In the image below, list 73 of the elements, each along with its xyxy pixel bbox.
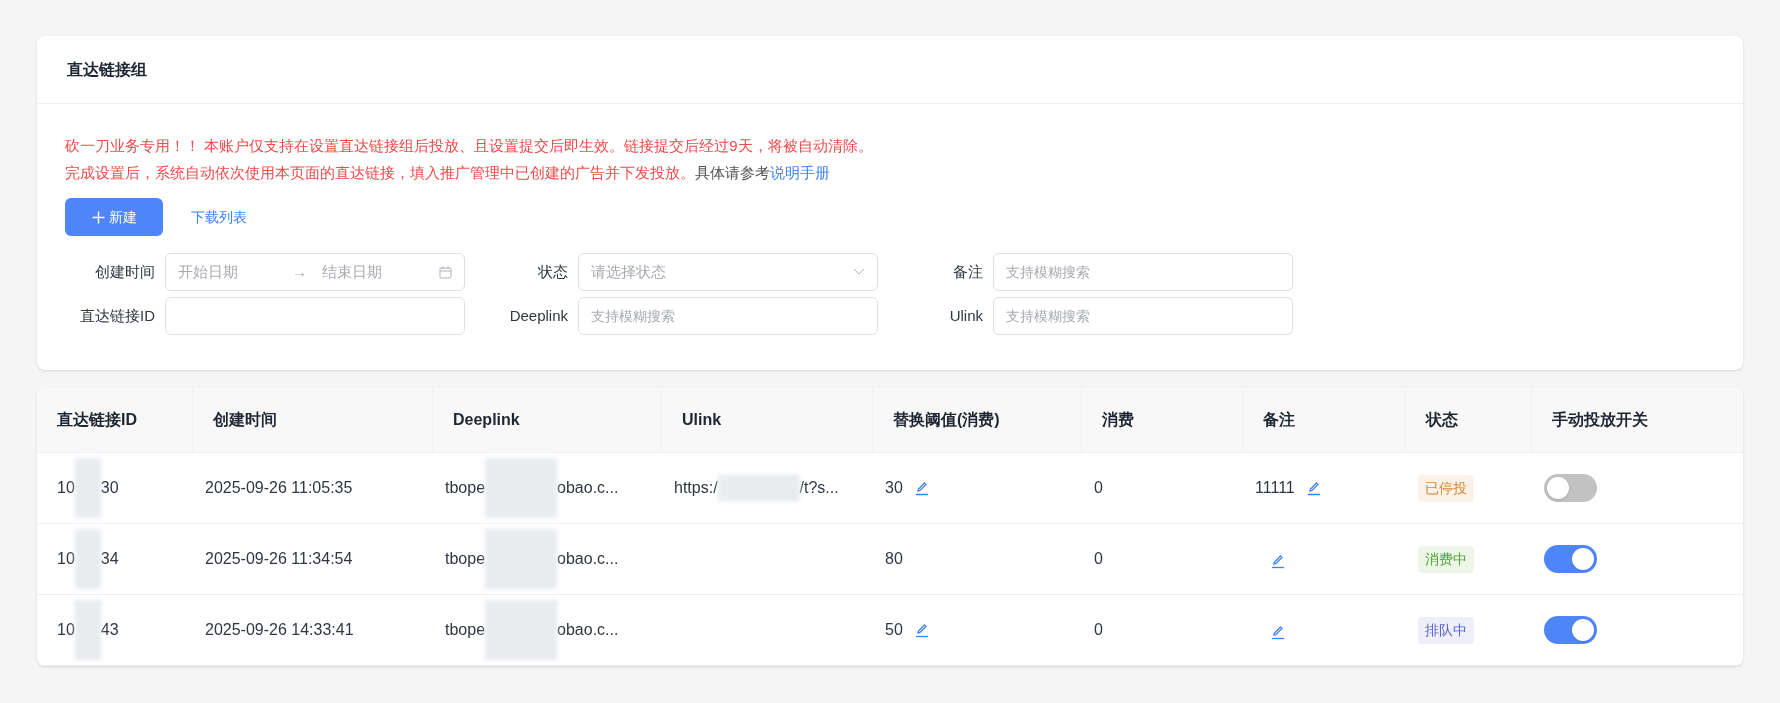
- table-cell: 0: [1094, 621, 1103, 638]
- table-cell-text: tbope: [445, 549, 486, 569]
- column-header: 消费: [1102, 410, 1134, 430]
- table-cell-text: obao.c...: [557, 549, 619, 569]
- notice-line: 砍一刀业务专用！！ 本账户仅支持在设置直达链接组后投放、且设置提交后即生效。链接提交后经过9天，将被自动清除。: [65, 136, 874, 156]
- chevron-down-icon: [853, 268, 865, 276]
- status-tag: 排队中: [1418, 616, 1474, 644]
- column-header: 直达链接ID: [57, 410, 137, 430]
- status-select[interactable]: 请选择状态: [578, 253, 878, 291]
- manual-link[interactable]: 说明手册: [770, 164, 830, 181]
- id-field[interactable]: [165, 297, 465, 335]
- table-cell-text: 43: [100, 620, 119, 640]
- field-label: 备注: [953, 261, 983, 282]
- table-cell-text: 30: [885, 478, 903, 498]
- table-cell-text: tbope: [445, 478, 486, 498]
- select-placeholder: 请选择状态: [591, 261, 667, 282]
- panel-title: 直达链接组: [67, 59, 147, 80]
- notice-line: 完成设置后，系统自动依次使用本页面的直达链接，填入推广管理中已创建的广告并下发投放。: [65, 164, 695, 181]
- table-cell-text: https:/: [674, 478, 718, 498]
- text-input[interactable]: 支持模糊搜索: [1006, 305, 1280, 327]
- table-cell-text: 10: [57, 478, 75, 498]
- toggle-switch[interactable]: [1544, 545, 1597, 573]
- table-cell-text: obao.c...: [557, 478, 619, 498]
- edit-icon[interactable]: [914, 622, 929, 638]
- table-cell-text: 11111: [1255, 478, 1295, 498]
- field-label: 状态: [538, 261, 568, 282]
- status-tag: 消费中: [1418, 545, 1474, 573]
- field-label: 直达链接ID: [80, 305, 155, 326]
- end-date-placeholder: 结束日期: [322, 261, 383, 282]
- status-tag: 已停投: [1418, 474, 1474, 502]
- calendar-icon: [439, 265, 452, 279]
- notice-text: 具体请参考: [695, 164, 770, 181]
- text-input[interactable]: 支持模糊搜索: [1006, 261, 1280, 283]
- table-cell-text: tbope: [445, 620, 486, 640]
- edit-icon[interactable]: [914, 480, 929, 496]
- edit-icon[interactable]: [1306, 481, 1321, 497]
- start-date-placeholder: 开始日期: [178, 261, 239, 282]
- column-header: Deeplink: [453, 410, 520, 430]
- table-cell-text: obao.c...: [557, 620, 619, 640]
- table-cell-text: 80: [885, 549, 903, 569]
- table-cell-text: 10: [57, 620, 75, 640]
- table-cell-text: 50: [885, 620, 903, 640]
- new-button[interactable]: 新建: [65, 198, 163, 236]
- column-header: Ulink: [682, 410, 722, 430]
- edit-icon[interactable]: [1271, 625, 1285, 641]
- plus-icon: [91, 210, 105, 224]
- column-header: 备注: [1263, 410, 1295, 430]
- toggle-switch[interactable]: [1544, 616, 1597, 644]
- field-label: 创建时间: [95, 261, 155, 282]
- table-cell: 2025-09-26 11:05:35: [205, 479, 353, 496]
- column-header: 状态: [1426, 410, 1458, 430]
- table-cell: 2025-09-26 11:34:54: [205, 550, 353, 567]
- table-cell-text: 10: [57, 549, 75, 569]
- table-cell-text: 34: [100, 549, 119, 569]
- edit-icon[interactable]: [1271, 554, 1285, 570]
- table-cell: 0: [1094, 550, 1103, 567]
- column-header: 创建时间: [213, 410, 277, 430]
- column-header: 手动投放开关: [1552, 410, 1648, 430]
- download-link[interactable]: 下载列表: [191, 206, 247, 228]
- date-range-field[interactable]: 开始日期 → 结束日期: [165, 253, 465, 291]
- column-header: 替换阈值(消费): [893, 410, 1000, 430]
- deeplink-field[interactable]: 支持模糊搜索: [578, 297, 878, 335]
- toggle-switch[interactable]: [1544, 474, 1597, 502]
- text-input[interactable]: 支持模糊搜索: [591, 305, 865, 327]
- table-cell: 2025-09-26 14:33:41: [205, 621, 354, 638]
- table-cell-text: /t?s...: [799, 478, 839, 498]
- range-arrow: →: [292, 261, 308, 282]
- field-label: Ulink: [949, 305, 983, 326]
- table-cell-text: 30: [100, 478, 119, 498]
- ulink-field[interactable]: 支持模糊搜索: [993, 297, 1293, 335]
- field-label: Deeplink: [509, 305, 568, 326]
- remark-field[interactable]: 支持模糊搜索: [993, 253, 1293, 291]
- table-cell: 0: [1094, 479, 1103, 496]
